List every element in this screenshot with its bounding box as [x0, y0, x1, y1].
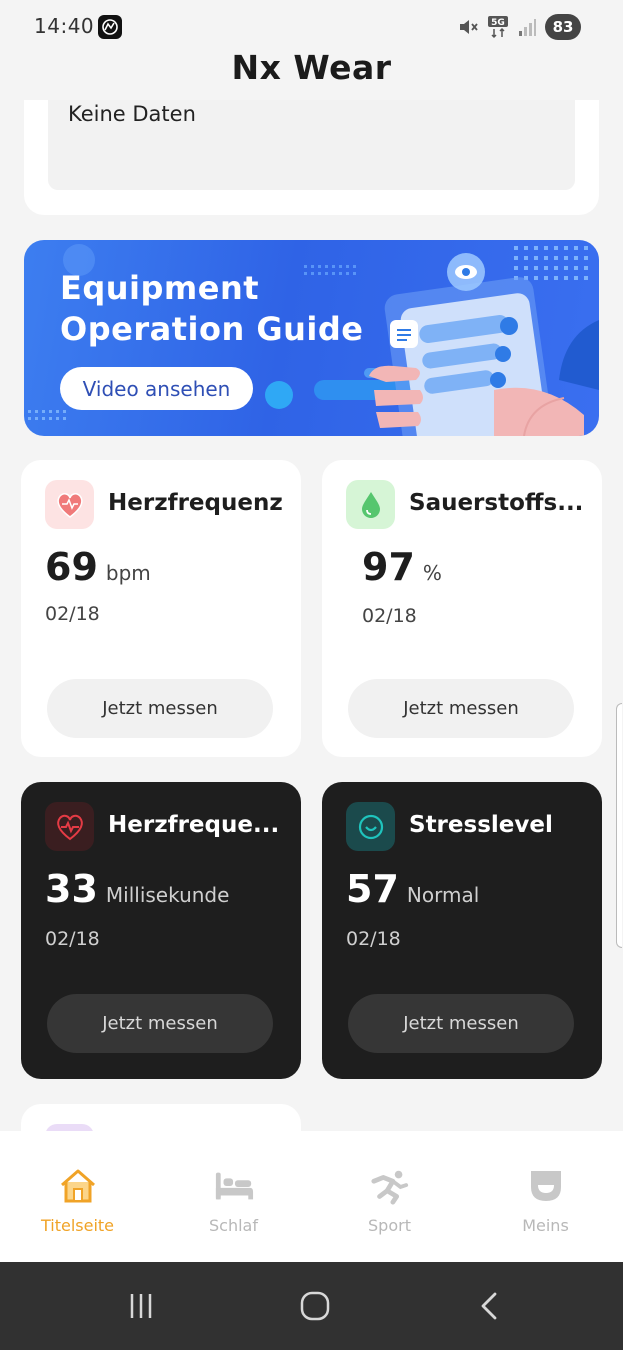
measure-now-button[interactable]: Jetzt messen — [47, 679, 273, 738]
card-icon — [45, 1124, 94, 1131]
scrollbar-handle[interactable] — [616, 703, 622, 948]
running-icon — [370, 1166, 410, 1206]
oxygen-card[interactable]: Sauerstoffs... 97 % 02/18 Jetzt messen — [322, 460, 602, 757]
banner-title: Equipment Operation Guide — [60, 268, 363, 350]
metric-unit: bpm — [105, 561, 151, 585]
metric-value: 33 — [45, 867, 98, 911]
banner-title-line-2: Operation Guide — [60, 310, 364, 348]
nav-item-sport[interactable]: Sport — [312, 1131, 467, 1262]
status-time: 14:40 — [34, 14, 95, 38]
bottom-navigation: Titelseite Schlaf Sport Meins — [0, 1131, 623, 1262]
app-title: Nx Wear — [231, 48, 392, 87]
metric-unit: Millisekunde — [105, 883, 230, 907]
recents-icon[interactable] — [121, 1288, 161, 1324]
hrv-card[interactable]: Herzfreque... 33 Millisekunde 02/18 Jetz… — [21, 782, 301, 1079]
profile-icon — [526, 1166, 566, 1206]
no-data-box: Keine Daten — [48, 100, 575, 190]
measure-now-button[interactable]: Jetzt messen — [47, 994, 273, 1053]
metric-date: 02/18 — [346, 928, 401, 950]
metric-value: 97 — [362, 545, 415, 589]
smile-face-icon — [346, 802, 395, 851]
measure-now-button[interactable]: Jetzt messen — [348, 679, 574, 738]
metric-date: 02/18 — [45, 603, 100, 625]
stress-card[interactable]: Stresslevel 57 Normal 02/18 Jetzt messen — [322, 782, 602, 1079]
no-data-text: Keine Daten — [68, 102, 196, 126]
nav-label: Titelseite — [40, 1216, 115, 1235]
main-scroll-area[interactable]: Keine Daten Equipment Operation Guide Vi… — [0, 100, 623, 1131]
card-title: Sauerstoffs... — [409, 490, 584, 516]
nav-label: Sport — [368, 1216, 411, 1235]
heart-rate-card[interactable]: Herzfrequenz 69 bpm 02/18 Jetzt messen — [21, 460, 301, 757]
previous-card: Keine Daten — [24, 100, 599, 215]
card-title: Herzfreque... — [108, 812, 280, 838]
heart-pulse-icon — [45, 802, 94, 851]
home-icon — [58, 1166, 98, 1206]
value-row: 97 % — [362, 545, 442, 589]
value-row: 69 bpm — [45, 545, 151, 589]
card-title: Stresslevel — [409, 812, 553, 838]
svg-text:5G: 5G — [491, 18, 505, 28]
value-row: 57 Normal — [346, 867, 479, 911]
metric-unit: Normal — [406, 883, 480, 907]
nav-label: Meins — [522, 1216, 569, 1235]
nav-item-home[interactable]: Titelseite — [0, 1131, 155, 1262]
back-icon[interactable] — [470, 1288, 510, 1324]
nav-label: Schlaf — [209, 1216, 258, 1235]
metric-date: 02/18 — [362, 605, 417, 627]
system-navigation-bar — [0, 1262, 623, 1350]
card-title: Herzfrequenz — [108, 490, 283, 516]
watch-video-button[interactable]: Video ansehen — [60, 367, 253, 410]
measure-now-button[interactable]: Jetzt messen — [348, 994, 574, 1053]
battery-icon: 83 — [545, 14, 581, 40]
5g-icon: 5G — [488, 16, 508, 39]
operation-guide-banner[interactable]: Equipment Operation Guide Video ansehen — [24, 240, 599, 436]
droplet-icon — [346, 480, 395, 529]
app-notification-icon — [98, 15, 122, 39]
banner-title-line-1: Equipment — [60, 269, 260, 307]
metric-value: 57 — [346, 867, 399, 911]
metric-value: 69 — [45, 545, 98, 589]
mute-icon — [460, 20, 478, 34]
next-card-partial[interactable] — [21, 1104, 301, 1131]
metric-date: 02/18 — [45, 928, 100, 950]
status-icons: 5G 83 — [457, 14, 581, 40]
signal-icon — [519, 19, 536, 36]
heart-icon — [45, 480, 94, 529]
bed-icon — [214, 1166, 254, 1206]
value-row: 33 Millisekunde — [45, 867, 229, 911]
nav-item-sleep[interactable]: Schlaf — [156, 1131, 311, 1262]
nav-item-profile[interactable]: Meins — [468, 1131, 623, 1262]
home-circle-icon[interactable] — [295, 1288, 335, 1324]
metric-unit: % — [422, 561, 442, 585]
